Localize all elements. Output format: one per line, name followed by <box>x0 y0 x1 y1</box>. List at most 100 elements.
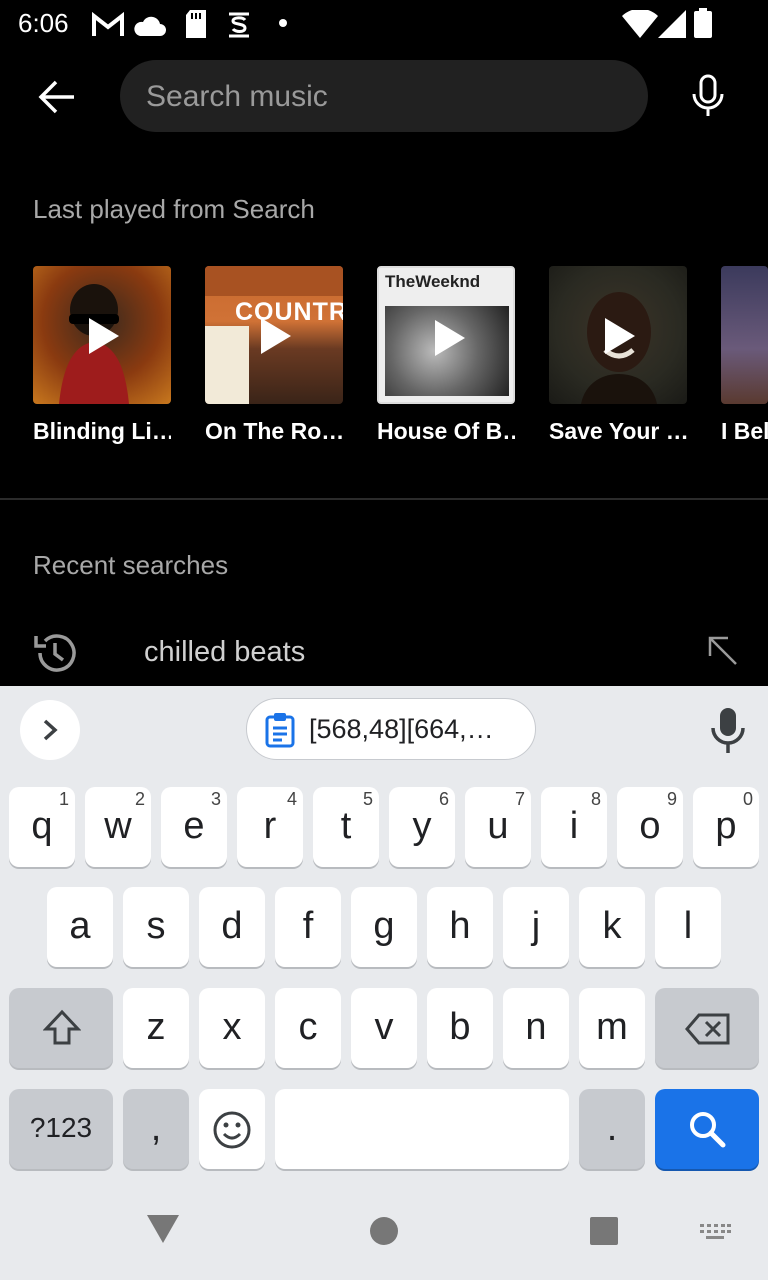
status-bar: 6:06 <box>0 0 768 50</box>
key-label: p <box>715 805 737 847</box>
key-h[interactable]: h <box>427 887 493 967</box>
back-nav-icon[interactable] <box>146 1214 180 1244</box>
home-nav-icon[interactable] <box>369 1216 399 1246</box>
album-art: TheWeeknd <box>377 266 515 404</box>
album-art <box>33 266 171 404</box>
key-r[interactable]: r4 <box>237 787 303 867</box>
key-label: q <box>31 805 53 847</box>
album-art-panel <box>205 326 249 404</box>
key-label: r <box>263 805 277 847</box>
key-hint: 2 <box>134 789 145 809</box>
s-icon <box>229 12 249 38</box>
period-key[interactable]: . <box>579 1089 645 1169</box>
last-played-heading: Last played from Search <box>33 194 315 224</box>
key-hint: 5 <box>362 789 373 809</box>
album-card[interactable]: COUNTRY On The Ro… <box>205 266 343 445</box>
cloud-icon <box>134 16 166 36</box>
dot-icon <box>279 19 287 27</box>
key-y[interactable]: y6 <box>389 787 455 867</box>
search-key[interactable] <box>655 1089 759 1169</box>
key-t[interactable]: t5 <box>313 787 379 867</box>
backspace-key[interactable] <box>655 988 759 1068</box>
space-key[interactable] <box>275 1089 569 1169</box>
album-art-band <box>205 266 343 296</box>
keyboard-switch-icon[interactable] <box>698 1222 732 1242</box>
recent-search-text: chilled beats <box>144 636 306 668</box>
key-hint: 4 <box>286 789 297 809</box>
key-label: w <box>104 805 132 847</box>
arrow-up-left-icon[interactable] <box>704 632 740 668</box>
key-label: y <box>412 805 432 847</box>
key-s[interactable]: s <box>123 887 189 967</box>
key-m[interactable]: m <box>579 988 645 1068</box>
key-v[interactable]: v <box>351 988 417 1068</box>
album-card[interactable]: Save Your … <box>549 266 687 445</box>
album-title: Blinding Li… <box>33 418 171 444</box>
key-e[interactable]: e3 <box>161 787 227 867</box>
battery-icon <box>694 8 712 38</box>
key-hint: 8 <box>590 789 601 809</box>
sd-card-icon <box>186 10 206 38</box>
history-icon <box>34 634 76 672</box>
key-n[interactable]: n <box>503 988 569 1068</box>
search-input[interactable] <box>144 60 628 134</box>
arrow-left-icon <box>38 80 74 114</box>
emoji-icon <box>213 1111 251 1149</box>
shift-icon <box>43 1009 81 1045</box>
wifi-icon <box>622 10 658 38</box>
key-f[interactable]: f <box>275 887 341 967</box>
key-z[interactable]: z <box>123 988 189 1068</box>
keyboard-voice-button[interactable] <box>704 704 752 756</box>
play-icon <box>261 318 291 354</box>
key-u[interactable]: u7 <box>465 787 531 867</box>
album-art <box>549 266 687 404</box>
key-p[interactable]: p0 <box>693 787 759 867</box>
album-card[interactable]: Blinding Li… <box>33 266 171 445</box>
key-l[interactable]: l <box>655 887 721 967</box>
key-hint: 6 <box>438 789 449 809</box>
keyboard-expand-button[interactable] <box>20 700 80 760</box>
shift-key[interactable] <box>9 988 113 1068</box>
album-art: COUNTRY <box>205 266 343 404</box>
recent-search-item[interactable]: chilled beats <box>0 612 768 686</box>
key-label: i <box>569 805 579 847</box>
key-d[interactable]: d <box>199 887 265 967</box>
key-k[interactable]: k <box>579 887 645 967</box>
search-icon <box>690 1112 726 1148</box>
key-w[interactable]: w2 <box>85 787 151 867</box>
key-hint: 7 <box>514 789 525 809</box>
key-hint: 3 <box>210 789 221 809</box>
emoji-key[interactable] <box>199 1089 265 1169</box>
search-box[interactable] <box>120 60 648 134</box>
clipboard-icon <box>265 713 295 748</box>
key-label: t <box>340 805 352 847</box>
microphone-icon <box>711 708 745 753</box>
key-g[interactable]: g <box>351 887 417 967</box>
album-art <box>721 266 768 404</box>
album-card[interactable]: I Bel <box>721 266 768 445</box>
key-i[interactable]: i8 <box>541 787 607 867</box>
key-j[interactable]: j <box>503 887 569 967</box>
album-card[interactable]: TheWeeknd House Of B… <box>377 266 515 445</box>
key-c[interactable]: c <box>275 988 341 1068</box>
key-x[interactable]: x <box>199 988 265 1068</box>
navigation-bar <box>0 1186 768 1280</box>
symbols-key[interactable]: ?123 <box>9 1089 113 1169</box>
gmail-icon <box>92 12 124 36</box>
key-hint: 0 <box>742 789 753 809</box>
key-label: e <box>183 805 205 847</box>
key-q[interactable]: q1 <box>9 787 75 867</box>
back-button[interactable] <box>30 70 84 124</box>
key-b[interactable]: b <box>427 988 493 1068</box>
backspace-icon <box>685 1013 730 1045</box>
clipboard-suggestion[interactable]: [568,48][664,… <box>246 698 536 760</box>
recent-searches-heading: Recent searches <box>33 550 229 580</box>
recents-nav-icon[interactable] <box>589 1216 619 1246</box>
play-icon <box>605 318 635 354</box>
key-a[interactable]: a <box>47 887 113 967</box>
comma-key[interactable]: , <box>123 1089 189 1169</box>
voice-search-button[interactable] <box>684 72 732 120</box>
album-title: I Bel <box>721 418 768 444</box>
key-o[interactable]: o9 <box>617 787 683 867</box>
key-label: u <box>487 805 509 847</box>
